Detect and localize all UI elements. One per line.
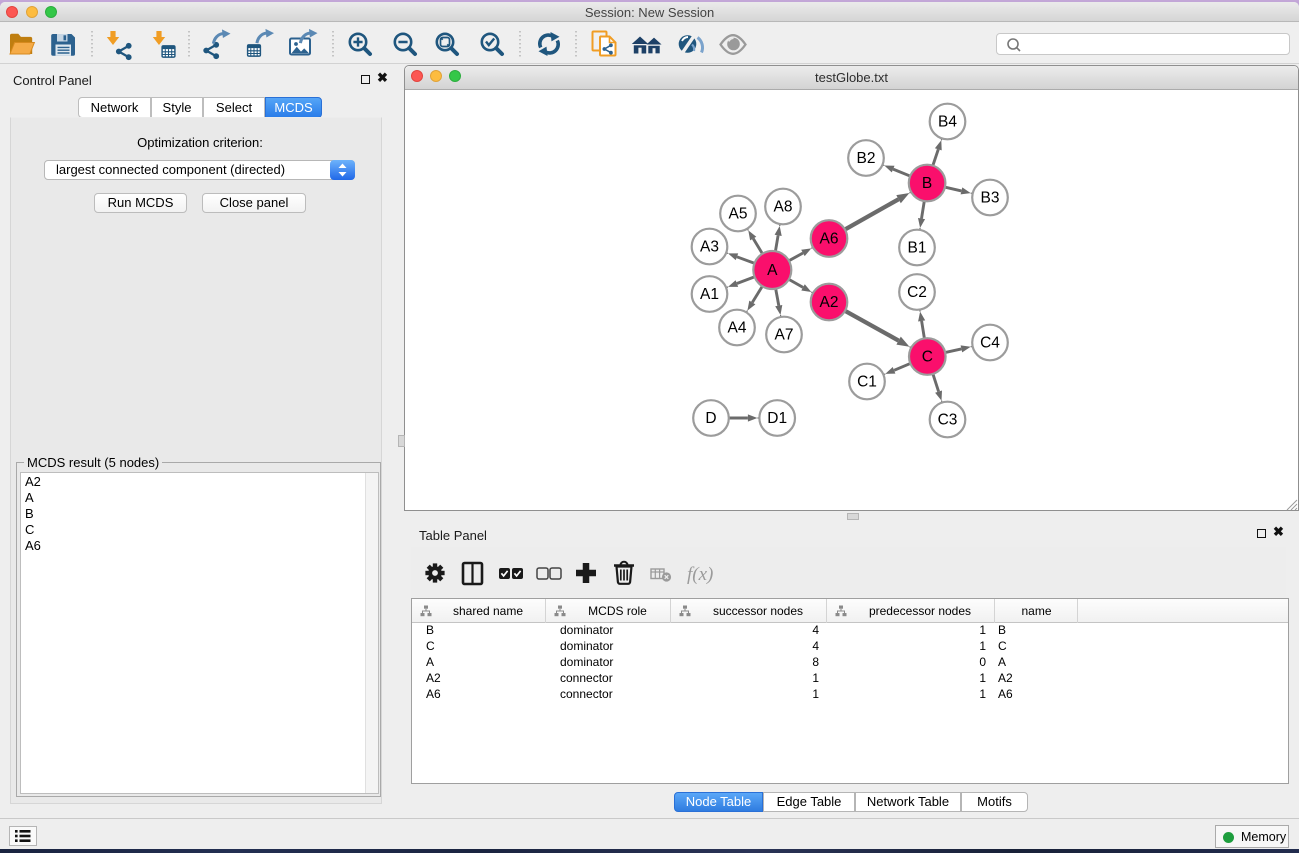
svg-text:A: A xyxy=(767,262,778,279)
svg-text:D1: D1 xyxy=(767,410,787,427)
svg-text:B1: B1 xyxy=(908,240,927,257)
svg-text:A6: A6 xyxy=(820,231,839,248)
svg-text:B: B xyxy=(922,175,932,192)
svg-text:B2: B2 xyxy=(857,150,876,167)
svg-text:C1: C1 xyxy=(857,374,877,391)
svg-text:A1: A1 xyxy=(700,286,719,303)
svg-text:A3: A3 xyxy=(700,239,719,256)
svg-text:A5: A5 xyxy=(729,206,748,223)
svg-text:B3: B3 xyxy=(981,190,1000,207)
svg-text:A7: A7 xyxy=(775,327,794,344)
svg-text:D: D xyxy=(705,410,716,427)
svg-text:C: C xyxy=(922,349,933,366)
svg-text:A4: A4 xyxy=(728,320,747,337)
svg-text:A2: A2 xyxy=(820,294,839,311)
svg-text:A8: A8 xyxy=(774,199,793,216)
svg-text:f(x): f(x) xyxy=(687,564,713,585)
svg-text:B4: B4 xyxy=(938,114,957,131)
svg-text:C3: C3 xyxy=(938,412,958,429)
svg-text:C2: C2 xyxy=(907,284,927,301)
svg-text:C4: C4 xyxy=(980,335,1000,352)
